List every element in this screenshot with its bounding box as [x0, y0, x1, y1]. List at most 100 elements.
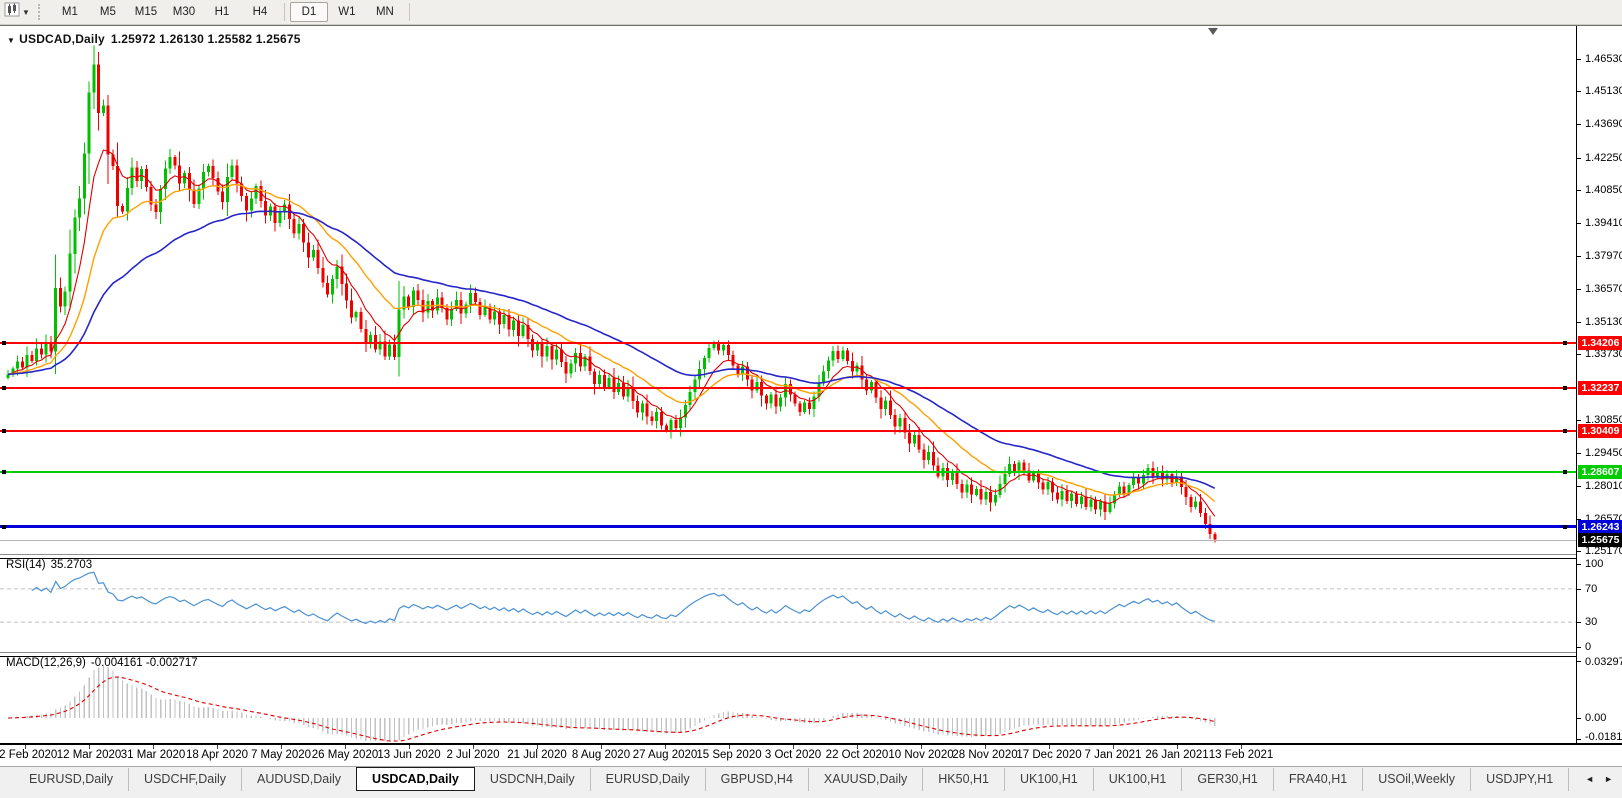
- toolbar-grip[interactable]: [37, 4, 43, 20]
- chart-symbol-label: USDCAD,Daily: [19, 32, 105, 46]
- macd-histogram: [12, 665, 1216, 741]
- chart-tab-usdchf-daily[interactable]: USDCHF,Daily: [128, 768, 241, 791]
- time-axis-date: 8 Aug 2020: [571, 749, 631, 761]
- timeframe-button-m1[interactable]: M1: [51, 2, 89, 22]
- macd-indicator-canvas[interactable]: [0, 655, 1576, 743]
- price-tick-label: 1.40850: [1585, 184, 1622, 196]
- chart-tab-uk100-h1[interactable]: UK100,H1: [1004, 768, 1093, 791]
- time-axis-date: 13 Jun 2020: [377, 749, 441, 761]
- chart-tab-ger30-h1[interactable]: GER30,H1: [1181, 768, 1272, 791]
- timeframe-button-h1[interactable]: H1: [203, 2, 241, 22]
- rsi-tick: [1577, 647, 1581, 648]
- price-tick-label: 1.39410: [1585, 217, 1622, 229]
- moving-average-ma-slow: [7, 210, 1216, 490]
- rsi-indicator-canvas[interactable]: [0, 557, 1576, 652]
- price-tick: [1577, 158, 1581, 159]
- chart-tab-usoil-weekly[interactable]: USOil,Weekly: [1362, 768, 1470, 791]
- time-axis-date: 26 May 2020: [311, 749, 379, 761]
- price-chart-canvas[interactable]: [0, 27, 1576, 554]
- chart-tab-gbpusd-h4[interactable]: GBPUSD,H4: [704, 768, 808, 791]
- time-axis-date: 15 Sep 2020: [696, 749, 762, 761]
- price-tick: [1577, 190, 1581, 191]
- timeframe-button-mn[interactable]: MN: [366, 2, 404, 22]
- price-tick: [1577, 486, 1581, 487]
- macd-tick: [1577, 718, 1581, 719]
- chart-tab-xauusd-daily[interactable]: XAUUSD,Daily: [807, 768, 922, 791]
- price-level-badge: 1.30409: [1578, 424, 1622, 438]
- price-tick: [1577, 223, 1581, 224]
- macd-indicator-label: MACD(12,26,9) -0.004161 -0.002717: [6, 657, 203, 669]
- time-axis-date: 18 Apr 2020: [185, 749, 249, 761]
- timeframe-toolbar: ▼ M1 M5 M15 M30 H1 H4 D1 W1 MN: [0, 0, 1622, 25]
- rsi-tick-label: 0: [1585, 641, 1592, 653]
- price-tick-label: 1.42250: [1585, 152, 1622, 164]
- time-axis-date: 28 Nov 2020: [952, 749, 1018, 761]
- tab-scroll-right-icon[interactable]: ►: [1599, 772, 1618, 786]
- macd-tick-label: 0.032972: [1585, 656, 1622, 668]
- chart-tab-eurusd-daily[interactable]: EURUSD,Daily: [14, 768, 128, 791]
- macd-tick-label: 0.00: [1585, 712, 1607, 724]
- current-price-badge: 1.25675: [1578, 533, 1622, 547]
- chart-tab-bar: EURUSD,Daily USDCHF,Daily AUDUSD,Daily USDC…: [0, 766, 1622, 798]
- price-level-badge: 1.34206: [1578, 336, 1622, 350]
- trading-terminal-window: ▼ M1 M5 M15 M30 H1 H4 D1 W1 MN ▼ USDCAD,Daily 1.25…: [0, 0, 1622, 798]
- price-tick: [1577, 354, 1581, 355]
- price-level-badge: 1.26243: [1578, 520, 1622, 534]
- price-tick: [1577, 420, 1581, 421]
- macd-tick-label: -0.018154: [1585, 731, 1622, 743]
- macd-values: -0.004161 -0.002717: [90, 657, 198, 669]
- time-axis-date: 31 Mar 2020: [120, 749, 186, 761]
- chart-type-control[interactable]: ▼: [4, 2, 34, 22]
- chart-tab-fra40-h1[interactable]: FRA40,H1: [1272, 768, 1362, 791]
- moving-average-ma-fast: [7, 149, 1216, 517]
- time-axis-date: 22 Feb 2020: [0, 749, 58, 761]
- timeframe-button-m15[interactable]: M15: [127, 2, 165, 22]
- collapse-arrow-icon[interactable]: ▼: [7, 36, 15, 45]
- price-tick: [1577, 322, 1581, 323]
- time-axis-date: 12 Mar 2020: [56, 749, 122, 761]
- chart-tab-hk50-h1[interactable]: HK50,H1: [922, 768, 1004, 791]
- chart-shift-marker[interactable]: [1208, 28, 1218, 35]
- time-axis-date: 26 Jan 2021: [1145, 749, 1209, 761]
- time-axis-date: 17 Dec 2020: [1016, 749, 1082, 761]
- price-tick: [1577, 289, 1581, 290]
- timeframe-button-d1[interactable]: D1: [289, 2, 328, 22]
- timeframe-button-h4[interactable]: H4: [241, 2, 279, 22]
- price-tick: [1577, 453, 1581, 454]
- price-tick: [1577, 91, 1581, 92]
- price-tick-label: 1.45130: [1585, 85, 1622, 97]
- toolbar-separator: [283, 3, 285, 21]
- chart-tab-eurusd-daily[interactable]: EURUSD,Daily: [589, 768, 705, 791]
- timeframe-button-m30[interactable]: M30: [165, 2, 203, 22]
- price-tick: [1577, 59, 1581, 60]
- candlestick-chart-icon[interactable]: [4, 2, 20, 22]
- price-tick-label: 1.46530: [1585, 53, 1622, 65]
- timeframe-button-w1[interactable]: W1: [328, 2, 366, 22]
- time-axis-date: 7 May 2020: [250, 749, 312, 761]
- chart-tab-usdjpy-h1[interactable]: USDJPY,H1: [1470, 768, 1568, 791]
- chart-tabs: EURUSD,Daily USDCHF,Daily AUDUSD,Daily USDC…: [0, 767, 1580, 791]
- chart-tab-usdcad-daily[interactable]: USDCAD,Daily: [356, 767, 475, 791]
- chart-ohlc-values: 1.25972 1.26130 1.25582 1.25675: [110, 32, 301, 46]
- timeframe-button-m5[interactable]: M5: [89, 2, 127, 22]
- tab-scroll-controls: ◄ ►: [1580, 767, 1618, 791]
- tab-scroll-left-icon[interactable]: ◄: [1580, 772, 1599, 786]
- rsi-tick-label: 100: [1585, 558, 1604, 570]
- chevron-down-icon[interactable]: ▼: [22, 8, 30, 17]
- chart-tab-usdcnh-daily[interactable]: USDCNH,Daily: [475, 768, 590, 791]
- time-axis-date: 7 Jan 2021: [1084, 749, 1142, 761]
- macd-name: MACD(12,26,9): [6, 657, 86, 669]
- rsi-tick-label: 70: [1585, 583, 1598, 595]
- time-axis-date: 21 Jul 2020: [507, 749, 567, 761]
- bear-candle-wicks: [21, 52, 1216, 543]
- time-axis[interactable]: 22 Feb 202012 Mar 202031 Mar 202018 Apr …: [0, 745, 1576, 767]
- chart-tab-audusd-daily[interactable]: AUDUSD,Daily: [241, 768, 356, 791]
- rsi-tick: [1577, 589, 1581, 590]
- chart-tab-uk100-h1[interactable]: UK100,H1: [1092, 768, 1182, 791]
- time-axis-date: 3 Oct 2020: [764, 749, 822, 761]
- bear-candle-bodies: [20, 64, 1217, 540]
- chart-window: ▼ USDCAD,Daily 1.25972 1.26130 1.25582 1.2…: [0, 25, 1622, 767]
- time-axis-date: 27 Aug 2020: [632, 749, 698, 761]
- price-axis[interactable]: 1.46530 1.45130 1.43690 1.42250 1.40850 1.394…: [1576, 26, 1622, 743]
- chart-tab-dj30-daily[interactable]: DJ30,Daily: [1568, 768, 1580, 791]
